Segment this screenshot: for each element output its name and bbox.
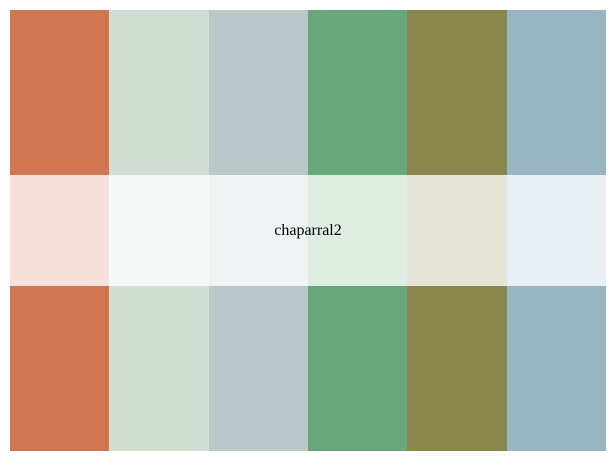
palette-name: chaparral2 xyxy=(274,221,342,239)
label-band: chaparral2 xyxy=(10,175,606,286)
